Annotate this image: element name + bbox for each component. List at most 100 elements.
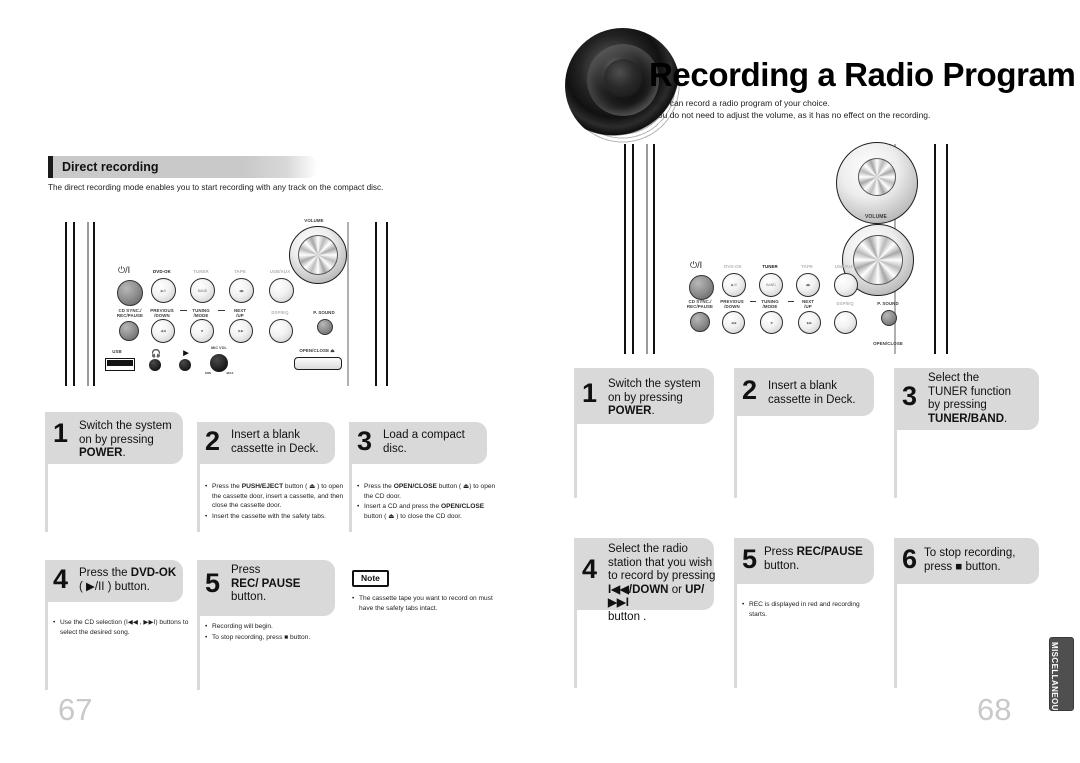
step-r3-number: 3 [902, 381, 918, 411]
dvd-ok-glyph: ▶/II [160, 288, 167, 293]
note-tag: Note [352, 570, 389, 587]
step-r3-line3: by pressing [928, 399, 987, 411]
step-r4-line4-mid: or [668, 583, 686, 596]
panel-edge-line [946, 144, 948, 354]
dsp-eq-button-right[interactable] [834, 311, 857, 334]
step-1-number: 1 [53, 418, 69, 448]
power-button-right[interactable] [689, 275, 714, 300]
note-item-1: The cassette tape you want to record on … [359, 594, 502, 613]
cd-sync-rec-pause-button-right[interactable] [690, 312, 710, 332]
power-button[interactable] [117, 280, 143, 306]
chapter-sub-line2: You do not need to adjust the volume, as… [653, 109, 931, 120]
step-1-stem [45, 464, 48, 532]
step-r6-line2: press ■ button. [924, 560, 1001, 573]
step-r6-stem [894, 584, 897, 688]
step-2-note-1: Press the PUSH/EJECT button ( ⏏ ) to ope… [212, 482, 345, 511]
step-3-line2: disc. [383, 442, 407, 455]
next-up-button[interactable]: ▶▶ [229, 319, 253, 343]
tuning-mode-button[interactable]: ■ [190, 319, 214, 343]
step-r1-line3-bold: POWER [608, 405, 652, 417]
dvd-ok-button-right[interactable]: ▶/II [722, 273, 746, 297]
step-2: 2 Insert a blank cassette in Deck. Press… [197, 422, 347, 532]
step-5-line2: REC/ PAUSE [231, 577, 301, 590]
step-4-number: 4 [53, 564, 69, 594]
mic-vol-label: MIC VOL [211, 346, 227, 350]
section-title: Direct recording [62, 160, 159, 174]
mode-label-right: /MODE [762, 304, 778, 309]
p-sound-button-right[interactable] [881, 310, 897, 326]
step-r1-number: 1 [582, 378, 598, 408]
usb-port[interactable] [105, 358, 135, 371]
tape-glyph: ◀▶ [238, 288, 245, 293]
step-r5-stem [734, 584, 737, 688]
dsp-eq-button[interactable] [269, 319, 293, 343]
panel-edge-line [624, 144, 626, 354]
tuner-band-button[interactable]: BAND [190, 278, 215, 303]
step-r4-line4-bold: I◀◀/DOWN [608, 583, 669, 596]
tape-button-right[interactable]: ◀▶ [796, 273, 820, 297]
step-r3-text: Select the TUNER function by pressing TU… [928, 372, 1011, 426]
usb-aux-button-right[interactable] [834, 273, 858, 297]
step-r2-stem [734, 416, 737, 498]
volume-knob-right-inner[interactable] [853, 235, 903, 285]
step-1: 1 Switch the system on by pressing POWER… [45, 412, 195, 532]
step-2-stem [197, 464, 200, 532]
chapter-header: Recording a Radio Program You can record… [555, 20, 1076, 143]
next-up-button-right[interactable]: ▶▶ [798, 311, 821, 334]
tuning-mode-button-right[interactable]: ■ [760, 311, 783, 334]
cd-sync-rec-pause-button[interactable] [119, 321, 139, 341]
microphone-icon: ▶ [183, 350, 189, 357]
step-5-number: 5 [205, 568, 221, 598]
step-r4-line3: to record by pressing [608, 570, 716, 582]
step-r5-notes: REC is displayed in red and recording st… [742, 600, 877, 620]
step-r2-number: 2 [742, 375, 758, 405]
volume-label: VOLUME [304, 218, 324, 223]
step-1-text: Switch the system on by pressing POWER. [79, 420, 172, 461]
usb-label: USB [112, 349, 122, 354]
step-r3-line1: Select the [928, 372, 980, 384]
panel-edge-line [632, 144, 634, 354]
open-close-button[interactable] [294, 357, 342, 370]
usb-aux-label: USB/AUX [269, 269, 291, 274]
next-glyph-right: ▶▶ [806, 320, 813, 325]
step-r4: 4 Select the radio station that you wish… [574, 538, 719, 688]
tape-label-right: TAPE [801, 264, 813, 269]
step-1-line1: Switch the system [79, 420, 172, 432]
panel-edge-line [934, 144, 936, 354]
down-label: /DOWN [154, 313, 170, 318]
usb-aux-label-right: USB/AUX [834, 264, 856, 269]
headphone-jack[interactable] [149, 359, 161, 371]
p-sound-button[interactable] [317, 319, 333, 335]
step-r2-line1: Insert a blank [768, 380, 838, 392]
previous-glyph: ◀◀ [160, 329, 166, 333]
usb-aux-button[interactable] [269, 278, 294, 303]
page-number-left: 67 [58, 692, 93, 727]
stop-glyph-right: ■ [770, 320, 773, 325]
volume-knob-inner[interactable] [298, 235, 338, 275]
previous-down-button[interactable]: ◀◀ [151, 319, 175, 343]
step-r1-text: Switch the system on by pressing POWER. [608, 378, 701, 419]
power-icon-right: ⏻/I [690, 260, 703, 270]
step-1-line2: on by pressing [79, 433, 154, 446]
step-r5-note-1: REC is displayed in red and recording st… [749, 600, 877, 619]
page-number-right: 68 [977, 692, 1012, 727]
tape-button[interactable]: ◀▶ [229, 278, 254, 303]
tuner-band-button-right[interactable]: BAND [759, 273, 783, 297]
chapter-title: Recording a Radio Program [649, 56, 1076, 93]
previous-down-button-right[interactable]: ◀◀ [722, 311, 745, 334]
mic-vol-max-label: MAX [226, 371, 234, 375]
next-glyph: ▶▶ [238, 329, 244, 333]
tuner-label-right: TUNER [762, 264, 778, 269]
mic-jack[interactable] [179, 359, 191, 371]
dvd-ok-button[interactable]: ▶/II [151, 278, 176, 303]
volume-knob-closeup-inner[interactable] [858, 158, 896, 196]
side-tab-label: MISCELLANEOUS [1050, 642, 1059, 717]
mic-vol-knob[interactable] [210, 354, 228, 372]
step-r6-line1: To stop recording, [924, 547, 1016, 559]
dsp-eq-label: DSP/EQ [271, 310, 289, 315]
step-5-stem [197, 616, 200, 690]
step-4-line2: ( ▶/II ) button. [79, 580, 150, 593]
step-r3-line4-tail: . [1004, 412, 1008, 425]
step-r1-stem [574, 424, 577, 498]
step-3-note-2: Insert a CD and press the OPEN/CLOSE but… [364, 502, 497, 521]
